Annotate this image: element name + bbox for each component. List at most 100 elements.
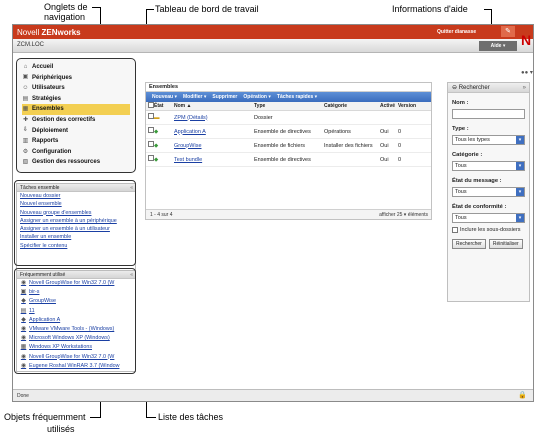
nav-item-label: Utilisateurs xyxy=(32,85,65,92)
message-select[interactable]: Tous ▾ xyxy=(452,187,525,197)
type-select[interactable]: Tous les types ▾ xyxy=(452,135,525,145)
bundle-type: Ensemble de directives xyxy=(254,156,311,163)
nav-item-bundles[interactable]: ▦ Ensembles xyxy=(22,104,130,115)
nav-item-label: Ensembles xyxy=(32,106,64,113)
column-category[interactable]: Catégorie xyxy=(324,102,380,110)
users-icon: ☺ xyxy=(22,84,29,91)
column-enabled[interactable]: Activé xyxy=(380,102,398,110)
reset-button[interactable]: Réinitialiser xyxy=(488,239,523,249)
include-subfolders[interactable]: Inclure les sous-dossiers xyxy=(448,227,529,233)
bundle-version: 0 xyxy=(398,156,402,163)
directive-bundle-icon: ◆ xyxy=(154,128,159,135)
navigation-tabs: ⌂ Accueil ▣ Périphériques ☺ Utilisateurs ▤ S… xyxy=(16,58,136,173)
search-icon: ⊖ xyxy=(452,85,459,91)
nav-item-patch[interactable]: ✚ Gestion des correctifs xyxy=(22,115,130,126)
column-status[interactable]: État xyxy=(154,102,172,110)
search-header: ⊖ Rechercher » xyxy=(448,83,529,93)
column-type[interactable]: Type xyxy=(254,102,324,110)
chevron-down-icon: ▾ xyxy=(516,214,524,222)
table-row[interactable]: ◆ Application A Ensemble de directives O… xyxy=(146,125,431,139)
action-menu[interactable]: Opération ▾ xyxy=(243,92,271,102)
brand-logo: Novell ZENworks xyxy=(17,28,81,37)
nav-item-assets[interactable]: ▧ Gestion des ressources xyxy=(22,157,130,168)
nav-item-deployment[interactable]: ⇩ Déploiement xyxy=(22,126,130,137)
compliance-select[interactable]: Tous ▾ xyxy=(452,213,525,223)
brand-prefix: Novell xyxy=(17,28,40,37)
frequent-highlight xyxy=(14,268,136,374)
configuration-icon: ⚙ xyxy=(22,148,29,155)
table-row[interactable]: ▬ ZPM (Détails) Dossier xyxy=(146,111,431,125)
nav-item-label: Gestion des correctifs xyxy=(32,116,96,123)
page-size-select[interactable]: afficher 25 ▾ éléments xyxy=(379,210,428,220)
name-label: Nom : xyxy=(452,100,469,106)
devices-icon: ▣ xyxy=(22,74,29,81)
view-options-icon[interactable]: ●● ▾ xyxy=(521,69,533,76)
table-row[interactable]: ◆ Test bundle Ensemble de directives Oui… xyxy=(146,153,431,167)
exit-link[interactable]: Quitter dianasse xyxy=(437,29,476,35)
patch-icon: ✚ xyxy=(22,116,29,123)
edit-menu[interactable]: Modifier ▾ xyxy=(183,92,206,102)
collapse-icon[interactable]: » xyxy=(523,83,526,93)
search-panel: ⊖ Rechercher » Nom : Type : Tous les type… xyxy=(447,82,530,302)
assets-icon: ▧ xyxy=(22,159,29,166)
name-input[interactable] xyxy=(452,109,525,119)
nav-item-label: Rapports xyxy=(32,138,59,145)
row-checkbox[interactable] xyxy=(146,111,154,125)
row-checkbox[interactable] xyxy=(146,153,154,167)
callout-frequent-2: utilisés xyxy=(47,424,75,434)
lock-icon: 🔒 xyxy=(518,392,527,399)
bundle-category: Installer des fichiers xyxy=(324,142,373,149)
help-button[interactable]: Aide ▾ xyxy=(479,41,517,51)
novell-n-logo: N xyxy=(521,32,532,48)
bundle-type: Dossier xyxy=(254,114,273,121)
table-row[interactable]: ◆ GroupWise Ensemble de fichiers Install… xyxy=(146,139,431,153)
quick-tasks-menu[interactable]: Tâches rapides ▾ xyxy=(277,92,317,102)
bundle-enabled: Oui xyxy=(380,142,389,149)
nav-item-label: Périphériques xyxy=(32,74,73,81)
select-all-checkbox[interactable] xyxy=(146,102,154,110)
reports-icon: ▥ xyxy=(22,137,29,144)
key-icon[interactable]: ✎ xyxy=(501,26,515,37)
nav-item-devices[interactable]: ▣ Périphériques xyxy=(22,73,130,84)
column-version[interactable]: Version xyxy=(398,102,418,110)
category-select[interactable]: Tous ▾ xyxy=(452,161,525,171)
bundle-name[interactable]: Test bundle xyxy=(172,153,254,167)
row-checkbox[interactable] xyxy=(146,139,154,153)
nav-item-users[interactable]: ☺ Utilisateurs xyxy=(22,83,130,94)
compliance-select-value: Tous xyxy=(455,215,467,221)
deployment-icon: ⇩ xyxy=(22,127,29,134)
bundle-enabled: Oui xyxy=(380,156,389,163)
file-bundle-icon: ◆ xyxy=(154,142,159,149)
nav-item-label: Configuration xyxy=(32,148,72,155)
bundle-name[interactable]: GroupWise xyxy=(172,139,254,153)
bundle-enabled: Oui xyxy=(380,128,389,135)
chevron-down-icon: ▾ xyxy=(516,136,524,144)
nav-item-policies[interactable]: ▤ Stratégies xyxy=(22,94,130,105)
directive-bundle-icon: ◆ xyxy=(154,156,159,163)
nav-item-configuration[interactable]: ⚙ Configuration xyxy=(22,147,130,158)
delete-button[interactable]: Supprimer xyxy=(212,92,237,102)
compliance-label: État de conformité : xyxy=(452,204,507,210)
bundle-name[interactable]: Application A xyxy=(172,125,254,139)
pager-range: 1 - 4 sur 4 xyxy=(150,212,173,218)
callout-dashboard: Tableau de bord de travail xyxy=(155,4,259,14)
bundles-toolbar: Nouveau ▾ Modifier ▾ Supprimer Opération… xyxy=(146,92,431,102)
bundle-version: 0 xyxy=(398,142,402,149)
nav-item-label: Stratégies xyxy=(32,95,62,102)
bundle-type: Ensemble de directives xyxy=(254,128,311,135)
leader-line xyxy=(146,9,154,10)
callout-task-list: Liste des tâches xyxy=(158,412,224,422)
callout-nav-tabs-2: navigation xyxy=(44,12,86,22)
column-name[interactable]: Nom ▲ xyxy=(172,102,254,110)
folder-icon: ▬ xyxy=(154,114,160,121)
bundle-name[interactable]: ZPM (Détails) xyxy=(172,111,254,125)
zone-bar: ZCM.LOC Aide ▾ xyxy=(13,39,533,53)
search-button[interactable]: Rechercher xyxy=(452,239,486,249)
nav-item-reports[interactable]: ▥ Rapports xyxy=(22,136,130,147)
row-checkbox[interactable] xyxy=(146,125,154,139)
include-subfolders-checkbox[interactable] xyxy=(452,227,458,233)
nav-item-home[interactable]: ⌂ Accueil xyxy=(22,62,130,73)
category-select-value: Tous xyxy=(455,163,467,169)
new-menu[interactable]: Nouveau ▾ xyxy=(152,92,177,102)
type-label: Type : xyxy=(452,126,469,132)
